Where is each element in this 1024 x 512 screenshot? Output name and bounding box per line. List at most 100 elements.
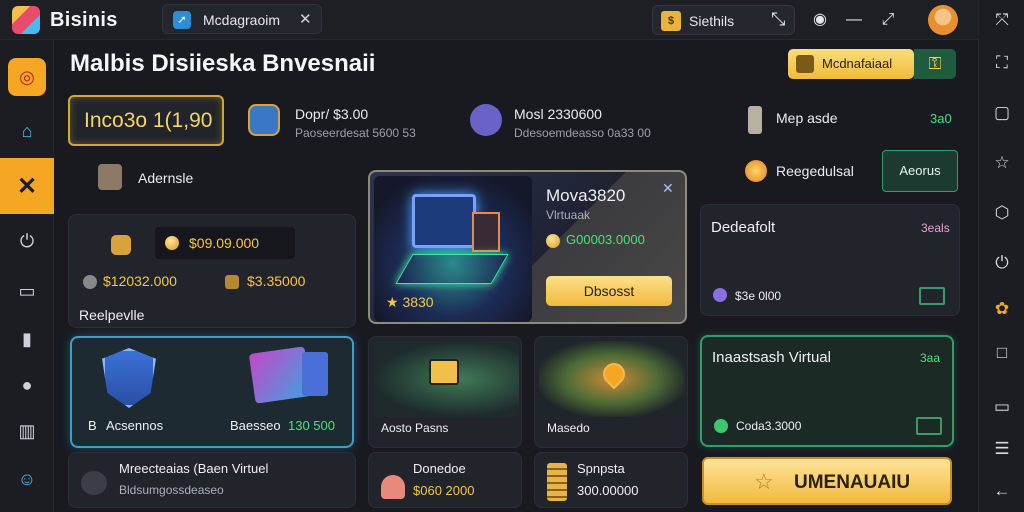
deposit-status-box[interactable] [919,287,945,305]
key-icon: ⚿ [928,54,942,73]
location-icon[interactable]: ⬡ [989,200,1015,226]
coin-stack-icon [547,463,567,501]
amount-field[interactable]: $09.09.000 [155,227,295,259]
power-toggle-icon[interactable]: ⏻ [989,250,1015,276]
sidebar-item-building[interactable]: ▮ [8,320,46,358]
expand-icon[interactable]: ⤧ [989,7,1015,33]
building-icon: ▮ [22,328,32,349]
stars-row: ★ 3830 [386,294,434,311]
panel-footer: Reelpevlle [79,307,145,323]
advertise-label: Adernsle [138,170,194,186]
monitor-icon [412,194,476,248]
donate-title: Donedoe [413,461,466,476]
deposit-panel: Dedeafolt 3eals $3e 0l00 [700,204,960,316]
minimize-icon[interactable]: — [842,8,866,32]
layers-icon[interactable]: ☰ [989,436,1015,462]
invest-status-box[interactable] [916,417,942,435]
tab-close-icon[interactable]: ✕ [299,10,312,28]
user-icon: ☺ [17,468,37,489]
security-card[interactable]: B Acsennos Baesseo 130 500 [70,336,354,448]
clock-icon [83,275,97,289]
map-2-label: Masedo [547,421,590,435]
bar-chart-icon: ▥ [18,420,36,441]
deposit-title: Dedeafolt [711,219,776,236]
balance-value: Inco3o 1(1,90 [84,109,213,132]
avatar[interactable] [928,5,958,35]
header-action-button[interactable]: Mcdnafaiaal [788,49,914,79]
screen-icon[interactable]: ▢ [989,100,1015,126]
stat-4-button[interactable]: Aeorus [882,150,958,192]
pin-icon [598,358,630,390]
tech-illustration: ★ 3830 [374,176,532,322]
invest-panel[interactable]: Inaastsash Virtual 3aa Coda3.3000 [700,335,954,447]
box-icon [225,275,239,289]
folder-icon[interactable]: ▭ [989,394,1015,420]
feature-title: Mova3820 [546,186,626,205]
gear-icon [470,104,502,136]
spnpsta-panel[interactable]: Spnpsta 300.00000 [534,452,688,508]
chart-icon [472,212,500,252]
portrait-icon [248,104,280,136]
coin-icon [165,236,179,250]
map-card-2[interactable]: Masedo [534,336,688,448]
lamp-icon [748,106,762,134]
tab-label: Mcdagraoim [203,12,281,28]
back-arrow-icon[interactable]: ← [989,478,1015,504]
stat-1-sub: Paoseerdesat 5600 53 [295,126,416,140]
spnpsta-title: Spnpsta [577,461,625,476]
close-icon[interactable]: ✕ [662,180,674,197]
stat-3-value: 3a0 [930,111,952,126]
spnpsta-value: 300.00000 [577,483,639,498]
app-title: Bisinis [50,9,118,31]
key-button[interactable]: ⚿ [914,49,956,79]
stat-2-title: Mosl 2330600 [514,106,602,122]
advertise-icon [98,164,122,190]
invest-cta-button[interactable]: ☆ UMENAUAIU [702,457,952,505]
square-icon[interactable]: □ [989,340,1015,366]
status-label: Siethils [689,13,735,29]
donate-value: $060 2000 [413,483,475,498]
sidebar-item-store[interactable]: ⌂ [8,112,46,150]
restore-icon[interactable]: ⤢ [876,8,900,32]
balance-box[interactable]: Inco3o 1(1,90 [68,95,224,146]
map-1-label: Aosto Pasns [381,421,449,435]
sidebar-item-stats[interactable]: ▥ [8,412,46,450]
wallet-icon [796,55,814,73]
bottom-left-title: Mreecteaias (Baen Virtuel [119,461,269,476]
amount-a: $12032.000 [103,273,177,289]
settings-icon[interactable]: ◉ [808,8,832,32]
stars-value: 3830 [402,294,434,310]
grid-platform [395,254,509,284]
sidebar-item-tools[interactable]: ✕ [0,158,54,214]
star-icon[interactable]: ☆ [989,150,1015,176]
donate-panel[interactable]: Donedoe $060 2000 [368,452,522,508]
drive-icon: ▭ [18,280,36,301]
page-title: Malbis Disiieska Bnvesnaii [70,50,376,77]
arrow-icon: ➚ [173,11,191,29]
security-right-value: 130 500 [288,418,335,433]
sidebar-item-chat[interactable]: ● [8,366,46,404]
chart-board-icon [429,359,459,385]
sidebar-item-storage[interactable]: ▭ [8,272,46,310]
map-card-1[interactable]: Aosto Pasns [368,336,522,448]
gamepad-icon[interactable]: ✿ [989,296,1015,322]
fullscreen-icon[interactable]: ⛶ [989,50,1015,76]
status-badge-icon: $ [661,11,681,31]
world-map-image [373,341,519,417]
feature-cta-button[interactable]: Dbsosst [546,276,672,306]
shield-icon [102,348,156,408]
feature-card[interactable]: ★ 3830 Mova3820 Vlrtuaak G00003.0000 ✕ D… [368,170,687,324]
collapse-icon[interactable]: ⤡ [771,9,785,30]
star-icon: ★ [386,294,403,310]
tab-main[interactable]: ➚ Mcdagraoim ✕ [162,4,322,34]
chat-bubble-icon [81,471,107,495]
title-bar: Bisinis ➚ Mcdagraoim ✕ $ Siethils ⤡ ◉ — … [0,0,1024,40]
invest-title: Inaastsash Virtual [712,349,831,366]
sidebar-item-home[interactable]: ◎ [8,58,46,96]
feature-sub: Vlrtuaak [546,208,591,222]
sidebar-item-power[interactable]: ⏻ [8,222,46,260]
world-map-image [539,341,685,417]
status-pill[interactable]: $ Siethils ⤡ [652,5,795,35]
sidebar-item-profile[interactable]: ☺ [8,460,46,498]
bottom-left-sub: Bldsumgossdeaseo [119,483,224,497]
